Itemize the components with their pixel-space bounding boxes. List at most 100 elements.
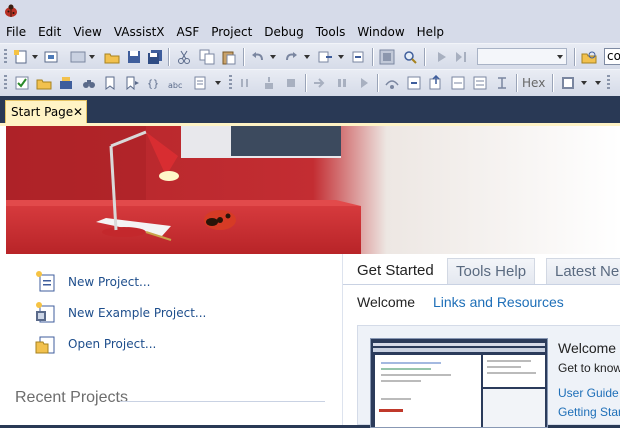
menu-debug[interactable]: Debug — [258, 22, 309, 43]
new-project-link[interactable]: New Project... — [34, 270, 151, 294]
menu-edit[interactable]: Edit — [32, 22, 67, 43]
menu-file[interactable]: File — [0, 22, 32, 43]
solution-configuration-dropdown[interactable] — [477, 48, 567, 65]
navigate-forward-icon[interactable] — [350, 49, 366, 65]
menu-window[interactable]: Window — [351, 22, 410, 43]
cut-icon[interactable] — [176, 49, 192, 65]
welcome-panel: Welcome t Get to know User Guide Getting… — [357, 325, 620, 428]
start-page-banner-illustration — [6, 126, 620, 254]
step-into-icon[interactable] — [261, 75, 277, 91]
new-example-project-icon — [36, 302, 55, 323]
step-out-icon[interactable] — [428, 75, 444, 91]
binoculars-icon[interactable] — [81, 75, 97, 91]
copy-icon[interactable] — [199, 49, 215, 65]
show-next-statement-icon[interactable] — [312, 75, 328, 91]
memory-dropdown-icon[interactable] — [581, 81, 587, 85]
find-in-files-icon[interactable] — [402, 49, 418, 65]
run-to-cursor-icon[interactable] — [450, 75, 466, 91]
document-tab-strip: Start Page ✕ — [0, 96, 620, 123]
configuration-dropdown-icon[interactable] — [557, 55, 563, 59]
open-project-link[interactable]: Open Project... — [34, 332, 156, 356]
tab-start-page[interactable]: Start Page ✕ — [5, 100, 87, 123]
build-icon[interactable] — [58, 75, 74, 91]
open-project-label: Open Project... — [68, 337, 157, 351]
getting-started-link[interactable]: Getting Star — [558, 405, 620, 419]
window-layout-icon[interactable] — [70, 49, 86, 65]
code-snippet-icon[interactable]: {} — [146, 75, 162, 91]
menu-help[interactable]: Help — [411, 22, 450, 43]
memory-window-icon[interactable] — [560, 75, 576, 91]
find-combo-icon[interactable] — [581, 49, 597, 65]
new-project-dropdown-icon[interactable] — [32, 55, 38, 59]
start-debugging-icon[interactable] — [434, 49, 450, 65]
toolbar-separator — [377, 74, 379, 92]
step-over-icon[interactable] — [384, 75, 400, 91]
close-icon[interactable]: ✕ — [73, 105, 83, 119]
navigate-dropdown-icon[interactable] — [338, 55, 344, 59]
redo-dropdown-icon[interactable] — [304, 55, 310, 59]
set-next-statement-icon[interactable] — [472, 75, 488, 91]
spell-check-icon[interactable]: abc — [168, 75, 184, 91]
paste-icon[interactable] — [221, 49, 237, 65]
new-example-project-label: New Example Project... — [68, 306, 207, 320]
user-guide-link[interactable]: User Guide — [558, 386, 619, 400]
bookmark-icon[interactable] — [102, 75, 118, 91]
tab-get-started[interactable]: Get Started — [349, 258, 442, 284]
tab-start-page-label: Start Page — [11, 105, 74, 119]
menu-tools[interactable]: Tools — [310, 22, 352, 43]
new-project-label: New Project... — [68, 275, 151, 289]
bookmark-next-icon[interactable] — [124, 75, 140, 91]
app-logo-icon — [5, 4, 17, 17]
toolbar-separator — [516, 74, 518, 92]
start-without-debugging-icon[interactable] — [454, 49, 470, 65]
toolbar-overflow-icon[interactable] — [595, 81, 601, 85]
redo-icon[interactable] — [283, 49, 299, 65]
text-cursor-icon[interactable] — [494, 75, 510, 91]
new-example-project-link[interactable]: New Example Project... — [34, 301, 206, 325]
toolbar-separator — [552, 74, 554, 92]
toolbar-grip[interactable] — [607, 75, 610, 91]
menu-asf[interactable]: ASF — [171, 22, 206, 43]
new-project-icon[interactable] — [13, 49, 29, 65]
find-input[interactable]: cor — [604, 48, 620, 65]
undo-icon[interactable] — [250, 49, 266, 65]
menu-vassistx[interactable]: VAssistX — [108, 22, 171, 43]
ide-screenshot-thumbnail — [370, 338, 548, 428]
step-into-code-icon[interactable] — [406, 75, 422, 91]
step-icon[interactable] — [238, 75, 254, 91]
toolbar-separator — [243, 48, 245, 66]
add-item-icon[interactable] — [43, 49, 59, 65]
checkmark-document-icon[interactable] — [14, 75, 30, 91]
toolbar-overflow-icon[interactable] — [215, 81, 221, 85]
toolbar-grip[interactable] — [4, 49, 7, 65]
navigate-backward-icon[interactable] — [317, 49, 333, 65]
undo-dropdown-icon[interactable] — [270, 55, 276, 59]
project-toolbar: {} abc Hex — [0, 69, 620, 97]
menu-view[interactable]: View — [67, 22, 107, 43]
svg-text:{}: {} — [147, 79, 159, 90]
toolbar-grip[interactable] — [4, 75, 7, 91]
save-icon[interactable] — [126, 49, 142, 65]
toolbar-separator — [168, 48, 170, 66]
subtab-welcome[interactable]: Welcome — [357, 294, 415, 310]
save-all-icon[interactable] — [147, 49, 163, 65]
open-folder-icon[interactable] — [104, 49, 120, 65]
toolbar-separator — [305, 74, 307, 92]
toolbar-separator — [372, 48, 374, 66]
hex-display-button[interactable]: Hex — [522, 73, 545, 93]
open-folder-icon[interactable] — [36, 75, 52, 91]
standard-toolbar: cor — [0, 43, 620, 71]
recent-projects-heading: Recent Projects — [15, 389, 128, 406]
svg-text:abc: abc — [168, 81, 182, 90]
continue-icon[interactable] — [356, 75, 372, 91]
toolbar-grip[interactable] — [229, 75, 232, 91]
layout-dropdown-icon[interactable] — [89, 55, 95, 59]
tab-tools-help[interactable]: Tools Help — [447, 258, 536, 284]
pause-icon[interactable] — [334, 75, 350, 91]
document-list-icon[interactable] — [192, 75, 208, 91]
solution-explorer-icon[interactable] — [379, 49, 395, 65]
subtab-links-and-resources[interactable]: Links and Resources — [433, 294, 564, 310]
menu-project[interactable]: Project — [205, 22, 258, 43]
stop-debugging-icon[interactable] — [283, 75, 299, 91]
tab-latest-news[interactable]: Latest Ne — [546, 258, 620, 284]
